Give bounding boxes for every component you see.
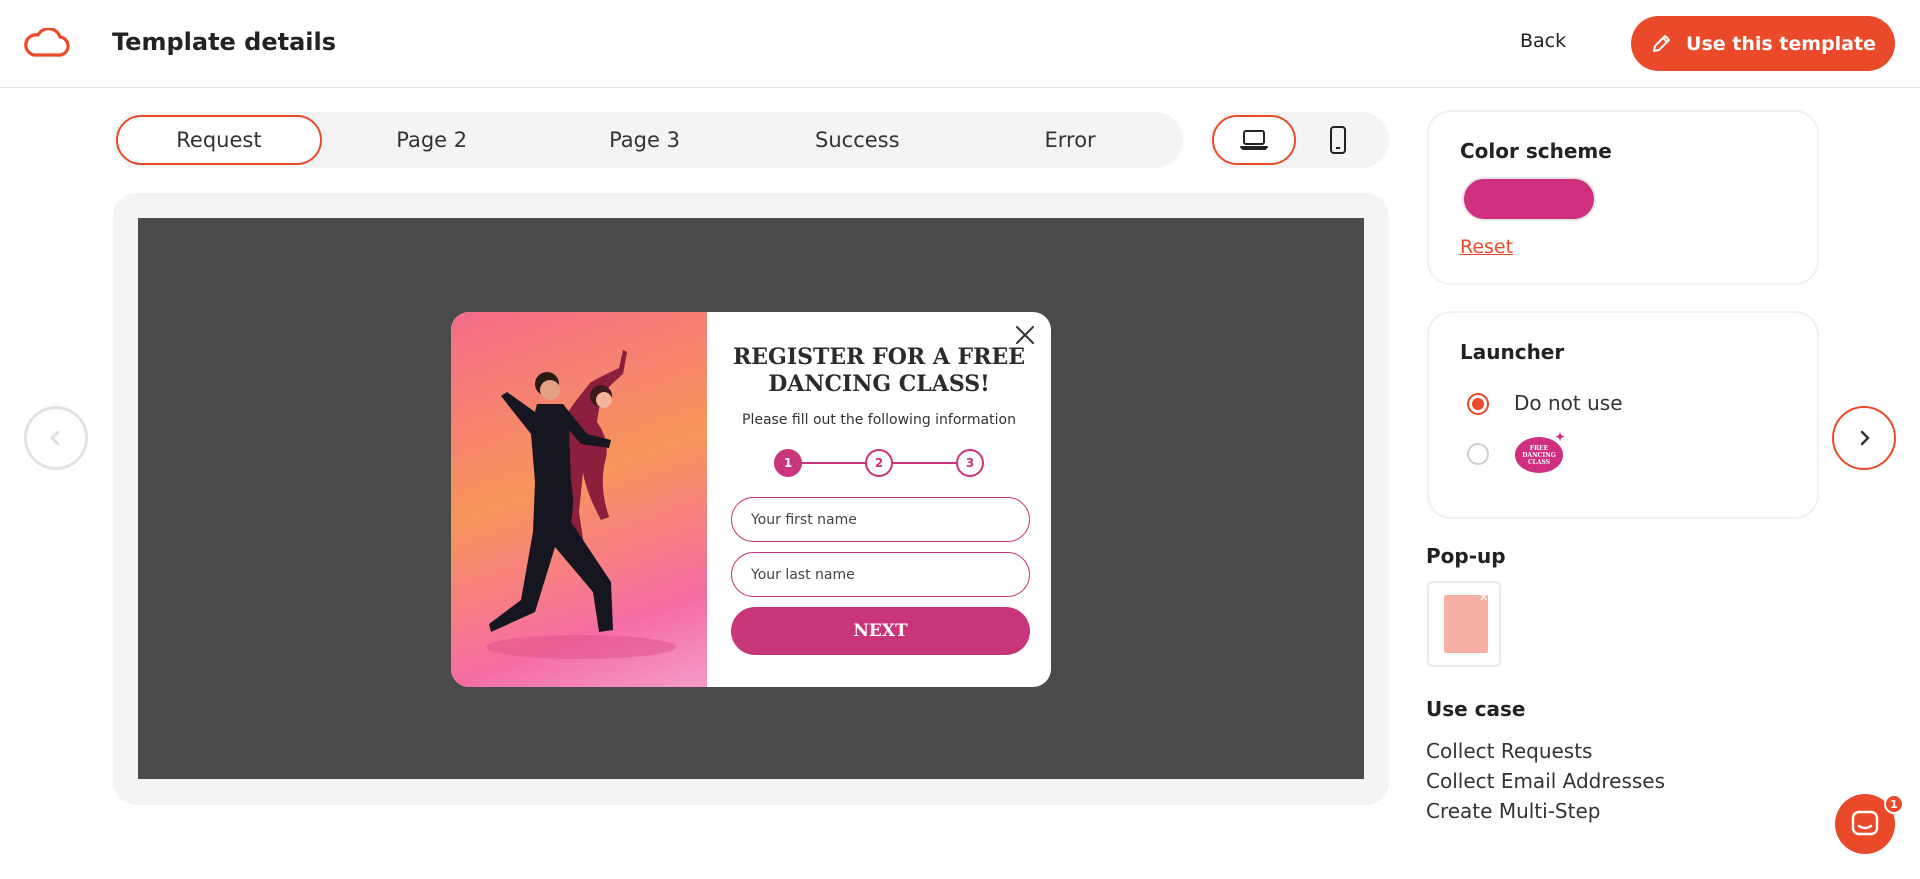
pencil-icon (1653, 34, 1671, 52)
tab-success[interactable]: Success (754, 115, 960, 165)
first-name-field[interactable]: Your first name (731, 497, 1030, 542)
use-case-item: Create Multi-Step (1426, 799, 1601, 823)
phone-icon (1330, 126, 1346, 154)
use-template-button[interactable]: Use this template (1631, 16, 1895, 71)
last-name-field[interactable]: Your last name (731, 552, 1030, 597)
use-case-item: Collect Requests (1426, 739, 1593, 763)
mobile-view-button[interactable] (1296, 115, 1380, 165)
color-scheme-card: Color scheme Reset (1427, 110, 1819, 285)
popup-thumbnail[interactable]: ✕ (1427, 581, 1501, 667)
header-bar: Template details Back Use this template (0, 0, 1920, 88)
popup-title: REGISTER FOR A FREE DANCING CLASS! (733, 344, 1025, 397)
use-template-label: Use this template (1686, 32, 1876, 55)
step-1: 1 (774, 449, 802, 477)
step-indicator: 1 2 3 (774, 449, 984, 477)
logo-icon[interactable] (24, 28, 70, 58)
tab-error[interactable]: Error (967, 115, 1173, 165)
popup-preview: REGISTER FOR A FREE DANCING CLASS! Pleas… (451, 312, 1051, 687)
tab-page-2[interactable]: Page 2 (329, 115, 535, 165)
launcher-badge-radio[interactable] (1467, 443, 1489, 465)
tab-page-3[interactable]: Page 3 (542, 115, 748, 165)
launcher-none-radio[interactable] (1467, 393, 1489, 415)
step-2: 2 (865, 449, 893, 477)
reset-link[interactable]: Reset (1460, 236, 1513, 258)
step-3: 3 (956, 449, 984, 477)
desktop-view-button[interactable] (1212, 115, 1296, 165)
chevron-left-icon (50, 430, 60, 446)
chat-notification-badge: 1 (1884, 794, 1904, 814)
page-title: Template details (112, 28, 337, 56)
launcher-title: Launcher (1460, 340, 1565, 364)
popup-subtitle: Please fill out the following informatio… (742, 412, 1016, 428)
back-button[interactable]: Back (1520, 30, 1566, 52)
chevron-right-icon (1860, 430, 1870, 446)
next-button[interactable]: NEXT (731, 607, 1030, 655)
chat-icon (1851, 810, 1879, 836)
dancers-photo (451, 312, 707, 687)
popup-close-icon[interactable] (1014, 324, 1036, 346)
popup-thumbnail-close-icon: ✕ (1479, 591, 1489, 604)
launcher-badge-text: FREE DANCING CLASS (1522, 444, 1556, 466)
next-template-button[interactable] (1832, 406, 1896, 470)
popup-section-title: Pop-up (1426, 544, 1506, 568)
color-swatch[interactable] (1462, 177, 1596, 221)
laptop-icon (1240, 130, 1268, 150)
launcher-card: Launcher Do not use FREE DANCING CLASS ✦ (1427, 311, 1819, 519)
dancers-illustration (486, 350, 676, 659)
page-tabs: Request Page 2 Page 3 Success Error (113, 112, 1183, 168)
sparkle-icon: ✦ (1554, 430, 1565, 444)
launcher-badge-preview[interactable]: FREE DANCING CLASS ✦ (1515, 430, 1565, 473)
launcher-none-label: Do not use (1514, 391, 1623, 415)
device-toggle (1209, 112, 1389, 168)
use-case-title: Use case (1426, 697, 1526, 721)
tab-request[interactable]: Request (116, 115, 322, 165)
color-scheme-title: Color scheme (1460, 139, 1612, 163)
previous-template-button[interactable] (24, 406, 88, 470)
use-case-item: Collect Email Addresses (1426, 769, 1666, 793)
